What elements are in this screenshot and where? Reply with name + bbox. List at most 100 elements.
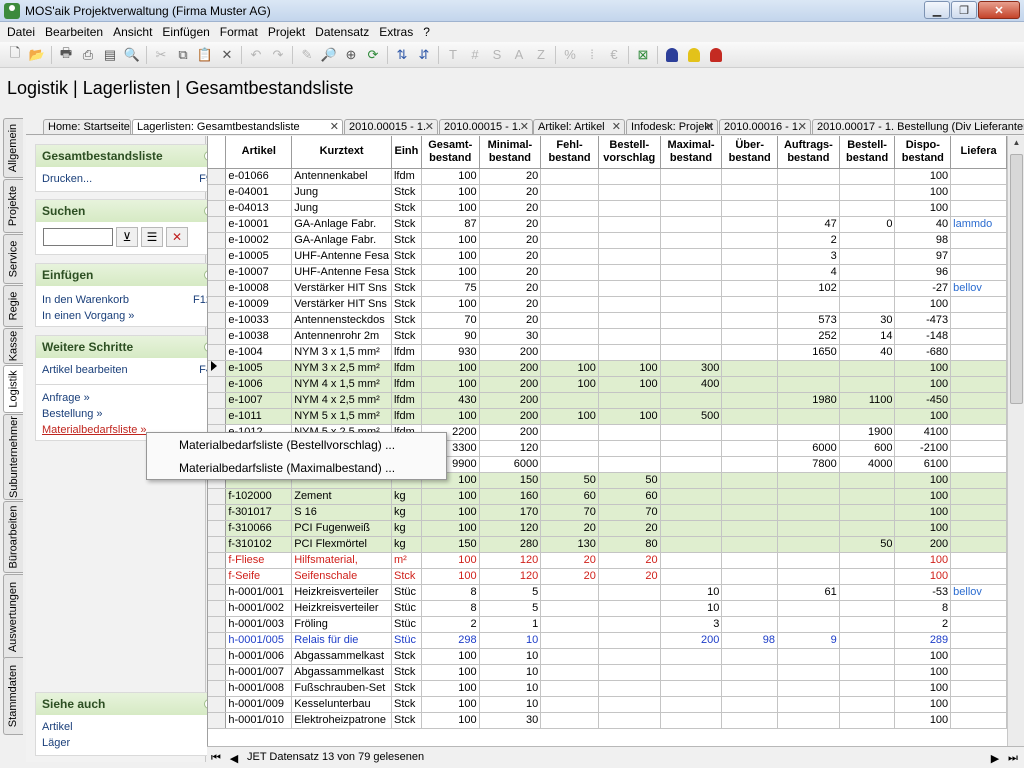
table-cell[interactable]: 60 [598,488,661,505]
side-tab[interactable]: Auswertungen [3,574,23,660]
scroll-up-icon[interactable]: ▲ [1010,138,1023,152]
find-icon[interactable]: 🔎 [318,45,340,65]
table-cell[interactable] [540,344,599,361]
table-cell[interactable]: kg [391,504,422,521]
column-header[interactable]: Über-bestand [721,136,779,169]
row-indicator[interactable] [208,360,227,377]
row-indicator[interactable] [208,344,227,361]
table-cell[interactable] [598,440,661,457]
table-cell[interactable] [598,632,661,649]
table-cell[interactable]: 4 [777,264,840,281]
table-cell[interactable] [777,360,840,377]
table-row[interactable]: h-0001/006 Abgassammelkast Stck 100 10 100 [208,648,1007,665]
table-cell[interactable] [540,600,599,617]
table-cell[interactable]: 100 [894,488,952,505]
table-cell[interactable] [540,440,599,457]
table-cell[interactable]: 120 [479,440,542,457]
table-cell[interactable] [598,392,661,409]
table-cell[interactable]: 100 [894,648,952,665]
table-cell[interactable]: f-301017 [225,504,293,521]
table-cell[interactable] [540,696,599,713]
table-cell[interactable]: bellov [950,584,1007,601]
table-cell[interactable] [660,568,723,585]
table-cell[interactable]: 20 [479,216,542,233]
table-cell[interactable]: f-Fliese [225,552,293,569]
table-cell[interactable]: 70 [540,504,599,521]
table-cell[interactable] [598,296,661,313]
table-cell[interactable] [660,424,723,441]
side-tab[interactable]: Service [3,234,23,284]
side-tab[interactable]: Allgemein [3,118,23,178]
table-cell[interactable] [598,648,661,665]
redo-icon[interactable]: ↷ [267,45,289,65]
document-tab[interactable]: Infodesk: Projekt ✕ [626,119,718,134]
table-cell[interactable]: h-0001/003 [225,616,293,633]
table-cell[interactable]: 100 [421,664,480,681]
table-cell[interactable]: Antennensteckdos [291,312,392,329]
table-cell[interactable]: kg [391,536,422,553]
percent-icon[interactable]: % [559,45,581,65]
table-cell[interactable]: Verstärker HIT Sns [291,296,392,313]
table-cell[interactable] [721,296,779,313]
table-cell[interactable] [721,584,779,601]
table-cell[interactable]: Stck [391,328,422,345]
table-cell[interactable]: 100 [894,184,952,201]
table-cell[interactable] [540,312,599,329]
table-cell[interactable]: Heizkreisverteiler [291,600,392,617]
table-row[interactable]: e-1006 NYM 4 x 1,5 mm² lfdm 100 200 100 100 400… [208,376,1007,393]
table-cell[interactable]: e-1006 [225,376,293,393]
number-format-icon[interactable]: # [464,45,486,65]
panel-header[interactable]: Einfügen▲ [36,264,222,286]
table-cell[interactable]: 150 [421,536,480,553]
table-cell[interactable]: e-1011 [225,408,293,425]
side-tab[interactable]: Subunternehmer [3,414,23,500]
table-cell[interactable] [598,712,661,729]
scroll-thumb[interactable] [1010,154,1023,404]
side-tab[interactable]: Stammdaten [3,657,23,735]
table-cell[interactable]: 573 [777,312,840,329]
table-cell[interactable]: 10 [479,696,542,713]
table-cell[interactable] [540,216,599,233]
table-cell[interactable]: 80 [598,536,661,553]
table-cell[interactable] [839,360,896,377]
table-cell[interactable]: lammdo [950,216,1007,233]
cut-icon[interactable]: ✂ [150,45,172,65]
table-cell[interactable]: Hilfsmaterial, [291,552,392,569]
average-icon[interactable]: A [508,45,530,65]
table-cell[interactable]: -680 [894,344,952,361]
table-cell[interactable] [950,696,1007,713]
table-cell[interactable] [721,488,779,505]
table-cell[interactable] [660,184,723,201]
table-cell[interactable]: 100 [421,568,480,585]
table-cell[interactable] [540,584,599,601]
table-cell[interactable] [839,600,896,617]
table-cell[interactable]: 400 [660,376,723,393]
refresh-icon[interactable]: ⟳ [362,45,384,65]
table-cell[interactable]: 500 [660,408,723,425]
column-header[interactable]: Fehl-bestand [540,136,599,169]
count-icon[interactable]: Z [530,45,552,65]
column-header[interactable]: Bestell-vorschlag [598,136,661,169]
table-cell[interactable]: 930 [421,344,480,361]
table-cell[interactable] [660,296,723,313]
table-cell[interactable]: 1 [479,616,542,633]
table-cell[interactable] [839,632,896,649]
table-cell[interactable] [721,568,779,585]
table-cell[interactable]: 100 [421,200,480,217]
table-cell[interactable]: f-102000 [225,488,293,505]
table-row[interactable]: e-10007 UHF-Antenne Fesa Stck 100 20 4 96 [208,264,1007,281]
table-cell[interactable]: 7800 [777,456,840,473]
table-cell[interactable]: 30 [479,712,542,729]
table-cell[interactable]: 100 [894,568,952,585]
side-tab[interactable]: Büroarbeiten [3,501,23,573]
table-cell[interactable] [839,408,896,425]
row-indicator[interactable] [208,584,227,601]
document-tab[interactable]: Artikel: Artikel ✕ [533,119,625,134]
table-cell[interactable] [721,696,779,713]
table-cell[interactable]: 0 [839,216,896,233]
table-cell[interactable]: f-310066 [225,520,293,537]
table-cell[interactable]: Jung [291,200,392,217]
restore-button[interactable]: ❐ [951,1,977,19]
table-cell[interactable]: 150 [479,472,542,489]
side-tab[interactable]: Regie [3,285,23,327]
